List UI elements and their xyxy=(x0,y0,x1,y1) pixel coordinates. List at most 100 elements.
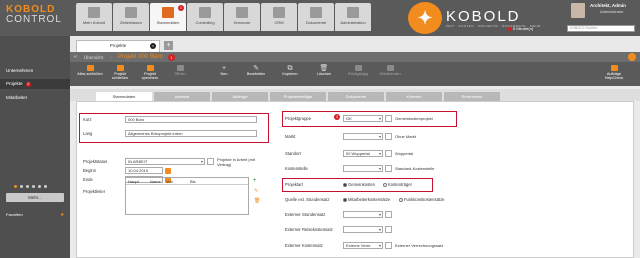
lang-label: Lang xyxy=(83,131,93,136)
tab-auftraege[interactable]: Aufträge xyxy=(212,92,268,101)
helpcheck-icon xyxy=(610,65,618,71)
tab-referenzen[interactable]: Referenzen xyxy=(444,92,500,101)
projektart-kostentraeger-radio[interactable]: Kostenträger xyxy=(383,182,412,187)
breadcrumb: « Übersicht → Projekt 000 Büro 1 xyxy=(70,52,640,62)
redo-button[interactable]: Wiederholen xyxy=(376,65,404,76)
nav-tab-stammdaten[interactable]: Stammdaten 1 xyxy=(150,3,186,31)
ext-stundensatz-lookup-button[interactable] xyxy=(385,211,392,218)
projektstatus-select[interactable]: IN ARBEIT xyxy=(125,158,205,165)
standort-select[interactable]: 00 Wuppertal xyxy=(343,150,383,157)
helpcheck-button[interactable]: Aufträge HelpCheck xyxy=(600,65,628,80)
close-all-icon xyxy=(86,65,94,71)
plus-icon: + xyxy=(221,65,227,72)
top-header: KOBOLD CONTROL Mein Kobold Zeiterfassen … xyxy=(0,0,640,36)
copy-button[interactable]: ⧉ Kopieren xyxy=(276,65,304,76)
kostenstelle-select[interactable] xyxy=(343,165,383,172)
add-row-icon[interactable]: + xyxy=(253,178,257,184)
nav-tab-mein-kobold[interactable]: Mein Kobold xyxy=(76,3,112,31)
pencil-icon: ✎ xyxy=(253,65,259,72)
sidebar-badge: 2 xyxy=(25,82,31,87)
pencil-icon[interactable]: ✎ xyxy=(254,188,258,194)
kostenstelle-lookup-button[interactable] xyxy=(385,165,392,172)
kobold-figure-logo: ✦ xyxy=(408,2,442,34)
markt-select[interactable] xyxy=(343,133,383,140)
search-input[interactable]: KOBOLD Suchen xyxy=(567,25,635,32)
trash-icon[interactable]: 🗑 xyxy=(254,198,260,204)
projektart-label: Projektart xyxy=(285,182,303,187)
sidebar-item-mitarbeiter[interactable]: Mitarbeiter xyxy=(0,93,70,103)
radio-icon xyxy=(399,197,403,202)
standort-lookup-button[interactable] xyxy=(385,150,392,157)
quelle-funktion-radio[interactable]: Funktionskostensätze xyxy=(399,197,445,202)
undo-button[interactable]: Rückgängig xyxy=(344,65,372,76)
edit-button[interactable]: ✎ Bearbeiten xyxy=(242,65,270,76)
nav-tab-controlling[interactable]: Controlling xyxy=(187,3,223,31)
tab-stammdaten[interactable]: Stammdaten xyxy=(96,92,152,101)
timer-icon xyxy=(508,26,512,31)
breadcrumb-root[interactable]: Übersicht xyxy=(84,55,103,60)
ext-kostensatz-select[interactable]: Externe Verre xyxy=(343,242,383,249)
nav-tab-administration[interactable]: Administration xyxy=(335,3,371,31)
nav-tab-honorare[interactable]: Honorare xyxy=(224,3,260,31)
panel-toggle-icon[interactable] xyxy=(628,53,636,61)
new-button[interactable]: + Neu xyxy=(210,65,238,76)
calendar-icon[interactable] xyxy=(165,167,171,174)
radio-selected-icon xyxy=(343,182,347,187)
open-button[interactable]: Öffnen xyxy=(166,65,194,76)
quelle-mitarbeiter-radio[interactable]: Mitarbeiterkostensätze xyxy=(343,197,390,202)
nav-tab-zeiterfassen[interactable]: Zeiterfassen xyxy=(113,3,149,31)
ext-kostensatz-label: Externer Kostensatz xyxy=(285,243,323,248)
projektgruppe-lookup-button[interactable] xyxy=(385,115,392,122)
nav-tab-dokumente[interactable]: Dokumente xyxy=(298,3,334,31)
sidebar-item-unternehmen[interactable]: Unternehmen xyxy=(0,66,70,76)
open-icon xyxy=(176,65,184,71)
breadcrumb-badge: 1 xyxy=(168,53,175,61)
trash-icon: 🗑 xyxy=(319,65,329,72)
tab-projekte[interactable]: Projekte × xyxy=(76,40,160,52)
sidebar-item-projekte[interactable]: Projekte 2 xyxy=(0,79,70,89)
ext-stundensatz-select[interactable] xyxy=(343,211,383,218)
document-icon xyxy=(310,7,322,18)
radio-icon xyxy=(383,182,387,187)
user-role: Administrator xyxy=(600,9,624,14)
projektart-gemeinkosten-radio[interactable]: Gemeinkosten xyxy=(343,182,375,187)
close-icon[interactable]: × xyxy=(150,43,156,49)
ext-reisekosten-select[interactable] xyxy=(343,226,383,233)
save-project-button[interactable]: Projekt speichern xyxy=(136,65,164,80)
lang-field[interactable]: Allgemeines Büroprojekt intern xyxy=(125,130,257,137)
more-button[interactable]: Mehr... xyxy=(6,193,64,202)
quelle-label: Quelle ext. Stundensatz xyxy=(285,197,330,202)
markt-lookup-button[interactable] xyxy=(385,133,392,140)
status-lookup-button[interactable] xyxy=(207,158,214,165)
close-project-button[interactable]: Projekt schließen xyxy=(106,65,134,80)
toolbar: Alles schließen Projekt schließen Projek… xyxy=(70,62,640,86)
ext-reisekosten-lookup-button[interactable] xyxy=(385,226,392,233)
ext-kostensatz-lookup-button[interactable] xyxy=(385,242,392,249)
projektstatus-hint: Projekte in Arbeit (mit Vertrag) xyxy=(217,157,256,167)
tab-projektbeteiligte[interactable]: Projektbeteiligte xyxy=(270,92,326,101)
nav-tab-crm[interactable]: CRM xyxy=(261,3,297,31)
avatar[interactable] xyxy=(571,3,585,18)
projektgruppe-select[interactable]: GK xyxy=(343,115,383,122)
tab-adresse[interactable]: Adresse xyxy=(154,92,210,101)
kurz-label: Kurz xyxy=(83,117,92,122)
radio-selected-icon xyxy=(343,197,347,202)
pager-dots[interactable] xyxy=(14,184,50,189)
clock-icon xyxy=(125,7,137,18)
favorites-label[interactable]: Favoriten xyxy=(6,212,23,217)
content-tabs: Stammdaten Adresse Aufträge Projektbetei… xyxy=(70,89,640,101)
beginn-date-field[interactable]: 10.04.2019 xyxy=(125,167,163,174)
kurz-field[interactable]: 000 Büro xyxy=(125,116,257,123)
kostenstelle-label: Kostenstelle xyxy=(285,166,308,171)
delete-button[interactable]: 🗑 Löschen xyxy=(310,65,338,76)
calculator-icon xyxy=(236,7,248,18)
back-icon[interactable]: « xyxy=(74,54,77,60)
close-all-button[interactable]: Alles schließen xyxy=(76,65,104,76)
add-tab-button[interactable]: + xyxy=(164,41,173,50)
projektgruppe-label: Projektgruppe xyxy=(285,116,312,121)
chart-icon xyxy=(199,7,211,18)
ext-kostensatz-hint: Externer Verrechnungssatz xyxy=(395,243,444,248)
tab-kriterien[interactable]: Kriterien xyxy=(386,92,442,101)
tab-dokumente[interactable]: Dokumente xyxy=(328,92,384,101)
star-icon[interactable]: ★ xyxy=(60,212,64,218)
